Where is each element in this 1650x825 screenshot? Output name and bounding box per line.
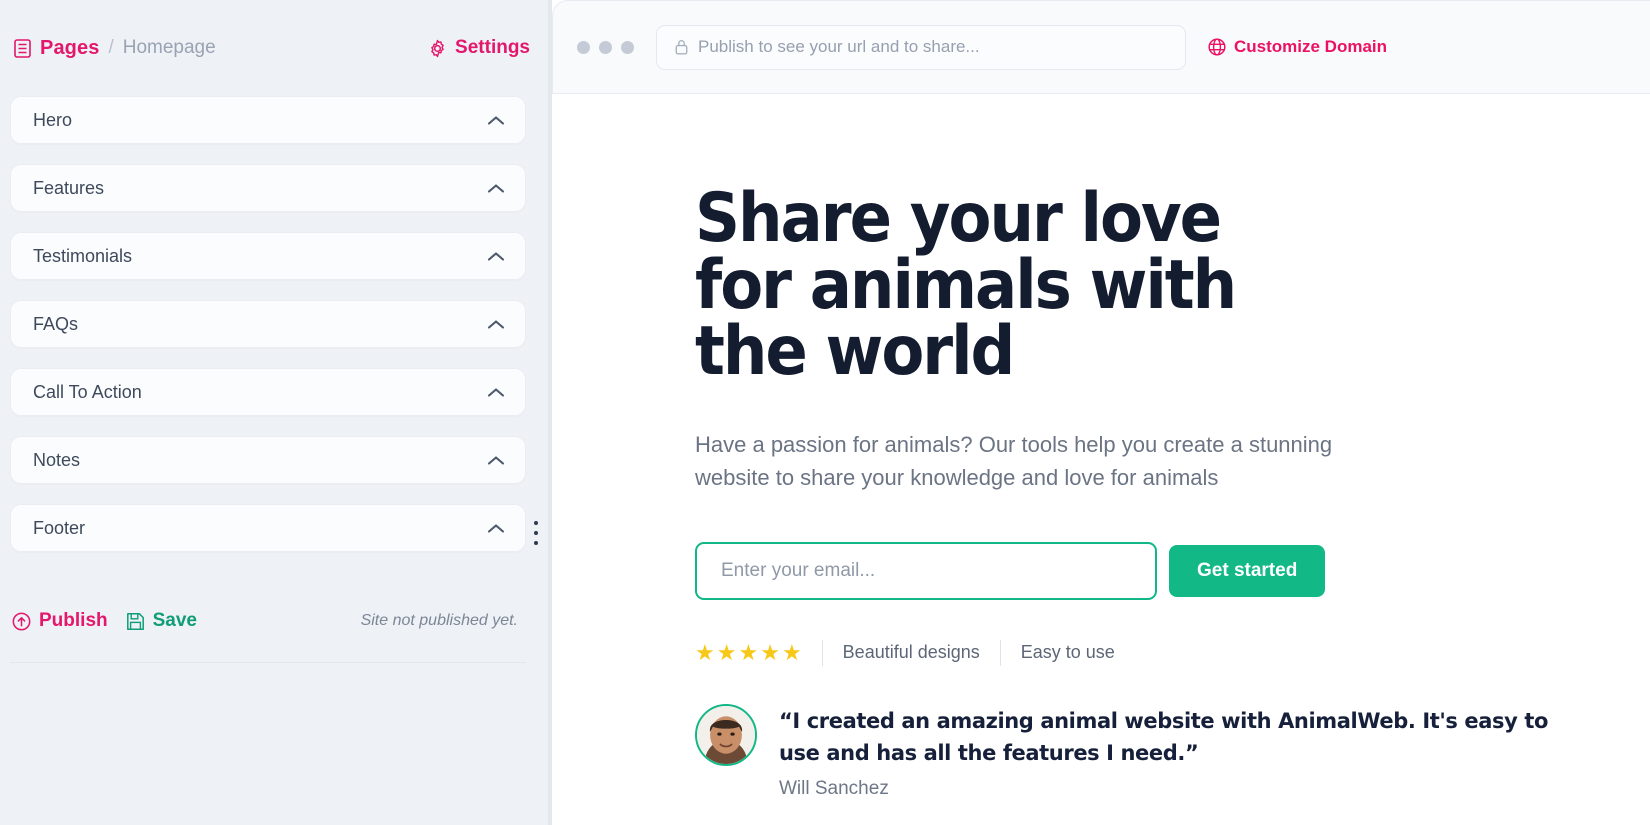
breadcrumb-current-page: Homepage [122,37,216,58]
proof-divider [821,639,823,666]
url-placeholder-text: Publish to see your url and to share... [698,37,980,56]
star-icon: ★ [781,639,802,665]
globe-icon [1208,38,1226,56]
section-label: Notes [33,449,81,470]
document-icon [14,38,31,58]
testimonial-author: Will Sanchez [779,777,889,799]
kebab-dot [534,531,538,535]
proof-divider [999,639,1001,666]
save-label: Save [152,610,197,631]
social-proof-row: ★ ★ ★ ★ ★ Beautiful designs Easy to use [695,639,1650,666]
chevron-up-icon[interactable] [487,251,505,262]
kebab-dot [534,541,538,545]
star-rating: ★ ★ ★ ★ ★ [695,639,802,665]
site-canvas: Share your love for animals with the wor… [552,94,1650,825]
testimonial-content: “I created an amazing animal website wit… [779,704,1559,800]
sidebar-item-features[interactable]: Features [10,164,526,212]
section-label: Footer [33,517,86,538]
editor-sidebar: Pages / Homepage Settings Hero Features … [0,0,552,825]
sidebar-header: Pages / Homepage Settings [0,0,552,96]
publish-button[interactable]: Publish [12,610,108,632]
publish-status-text: Site not published yet. [360,612,518,629]
breadcrumb-root[interactable]: Pages [40,37,99,60]
window-dot-minimize [599,40,612,54]
window-control-dots [577,40,634,54]
star-icon: ★ [716,639,737,665]
star-icon: ★ [738,639,759,665]
email-placeholder-text: Enter your email... [721,559,876,581]
publish-label: Publish [39,610,108,631]
sidebar-item-testimonials[interactable]: Testimonials [10,232,526,280]
sidebar-item-hero[interactable]: Hero [10,96,526,144]
chevron-up-icon[interactable] [487,115,505,126]
section-label: FAQs [33,313,79,334]
email-field[interactable]: Enter your email... [695,541,1157,600]
avatar [695,703,757,766]
window-dot-maximize [621,40,634,54]
section-label: Hero [33,109,73,130]
save-button[interactable]: Save [126,610,197,632]
chevron-up-icon[interactable] [487,319,505,330]
chevron-up-icon[interactable] [487,455,505,466]
sidebar-item-faqs[interactable]: FAQs [10,300,526,348]
hero-section: Share your love for animals with the wor… [552,179,1650,800]
sidebar-divider [10,662,526,663]
more-vertical-icon[interactable] [529,521,543,545]
sidebar-item-notes[interactable]: Notes [10,436,526,484]
section-list: Hero Features Testimonials FAQs Call To … [0,96,552,572]
sidebar-item-call-to-action[interactable]: Call To Action [10,368,526,416]
chevron-up-icon[interactable] [487,523,505,534]
lock-icon [675,39,688,55]
testimonial-block: “I created an amazing animal website wit… [695,703,1650,800]
hero-subtitle: Have a passion for animals? Our tools he… [695,431,1333,491]
site-preview-panel: Publish to see your url and to share... … [552,0,1650,825]
upload-circle-icon [12,612,31,631]
gear-icon [428,39,447,58]
breadcrumb[interactable]: Pages / Homepage [14,37,216,60]
settings-button[interactable]: Settings [428,37,530,59]
window-dot-close [577,40,590,54]
chevron-up-icon[interactable] [487,183,505,194]
section-label: Features [33,177,105,198]
kebab-dot [534,521,538,525]
get-started-button[interactable]: Get started [1169,544,1326,597]
star-icon: ★ [695,639,715,665]
star-icon: ★ [760,639,780,665]
url-input[interactable]: Publish to see your url and to share... [656,24,1186,70]
chevron-up-icon[interactable] [487,387,505,398]
sidebar-actions: Publish Save Site not published yet. [0,610,552,632]
app-root: Pages / Homepage Settings Hero Features … [0,0,1650,825]
proof-item-easy-to-use: Easy to use [1020,642,1115,663]
preview-browser-bar: Publish to see your url and to share... … [552,0,1650,94]
settings-label: Settings [455,37,530,58]
signup-form: Enter your email... Get started [695,541,1650,600]
sidebar-item-footer[interactable]: Footer [10,504,526,552]
section-label: Testimonials [33,245,133,266]
breadcrumb-separator: / [108,37,114,58]
section-label: Call To Action [33,381,142,402]
customize-domain-button[interactable]: Customize Domain [1208,37,1387,57]
floppy-disk-icon [126,612,145,631]
testimonial-quote: “I created an amazing animal website wit… [779,708,1548,765]
proof-item-beautiful-designs: Beautiful designs [842,642,980,663]
customize-domain-label: Customize Domain [1234,37,1388,56]
hero-title: Share your love for animals with the wor… [695,179,1237,392]
